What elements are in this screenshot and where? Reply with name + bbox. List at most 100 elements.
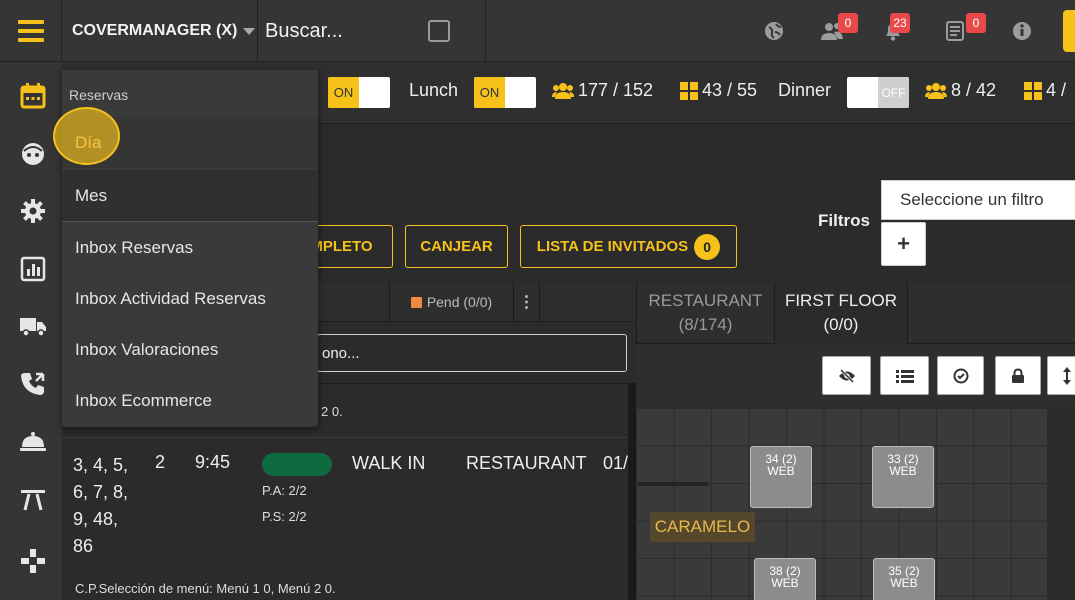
tab-pending-label: Pend (0/0) — [426, 294, 493, 310]
lunch-label: Lunch — [409, 80, 459, 100]
guest-list-count: 0 — [694, 233, 721, 260]
list-item[interactable]: 3, 4, 5, 6, 7, 8, 9, 48, 86 2 9:45 WALK … — [62, 438, 628, 600]
floor-table[interactable]: 34 (2) WEB — [750, 446, 812, 508]
search-checkbox[interactable] — [428, 20, 450, 42]
menu-header: Reservas — [69, 87, 129, 103]
gear-icon[interactable] — [19, 197, 47, 225]
chart-icon[interactable] — [19, 255, 47, 283]
visibility-button[interactable] — [822, 356, 871, 395]
floor-table[interactable]: 33 (2) WEB — [872, 446, 934, 508]
sidebar — [0, 62, 62, 600]
truck-icon[interactable] — [19, 312, 47, 340]
cloche-icon[interactable] — [19, 427, 47, 455]
guest-list-button[interactable]: LISTA DE INVITADOS 0 — [520, 225, 737, 268]
floor-table[interactable]: 35 (2) WEB — [873, 558, 935, 600]
lunch-tables-value: 43 / 55 — [702, 80, 758, 100]
status-badge[interactable] — [262, 453, 332, 476]
filters-label: Filtros — [818, 211, 870, 230]
list-icon — [895, 369, 914, 383]
table-numbers-line: 9, 48, — [73, 509, 119, 529]
menu-item-label: Inbox Reservas — [75, 237, 194, 257]
floor-tabs: RESTAURANT (8/174) FIRST FLOOR (0/0) — [636, 282, 1075, 344]
hamburger-menu-button[interactable] — [0, 0, 62, 62]
tab-restaurant[interactable]: RESTAURANT (8/174) — [637, 282, 774, 344]
kebab-icon: ⋮ — [518, 294, 535, 311]
floor-toolbar — [636, 344, 1075, 408]
canjear-button[interactable]: CANJEAR — [405, 225, 508, 268]
lock-button[interactable] — [995, 356, 1041, 395]
top-bar: COVERMANAGER (X) Buscar... 0 23 0 — [0, 0, 1075, 62]
pending-color-icon — [410, 296, 422, 308]
reservation-zone: RESTAURANT — [466, 453, 587, 473]
dinner-toggle[interactable]: OFF — [847, 77, 909, 108]
hamburger-line — [17, 20, 44, 24]
reservation-pa: P.A: 2/2 — [262, 483, 307, 498]
tasks-icon[interactable] — [943, 19, 967, 43]
tables-icon — [1024, 81, 1042, 100]
floor-wall — [638, 482, 708, 486]
phone-icon[interactable] — [19, 370, 47, 398]
filter-select-value: Seleccione un filtro — [900, 190, 1044, 209]
menu-item-inbox-valoraciones[interactable]: Inbox Valoraciones — [62, 324, 318, 375]
table-numbers-line: 3, 4, 5, — [73, 455, 129, 475]
lunch-toggle[interactable]: ON — [474, 77, 536, 108]
list-view-button[interactable] — [880, 356, 929, 395]
chevron-down-icon — [243, 27, 256, 35]
info-icon[interactable] — [1010, 19, 1034, 43]
globe-icon[interactable] — [762, 19, 786, 43]
menu-item-label: Inbox Ecommerce — [75, 390, 212, 410]
table-numbers-line: 86 — [73, 536, 94, 556]
tab-first-floor[interactable]: FIRST FLOOR (0/0) — [774, 282, 908, 344]
filter-select[interactable]: Seleccione un filtro — [881, 180, 1075, 220]
lunch-tables-stat: 43 / 55 — [680, 80, 757, 101]
global-search[interactable]: Buscar... — [258, 0, 486, 62]
shift-toggle[interactable]: ON — [328, 77, 390, 108]
resize-button[interactable] — [1047, 356, 1075, 395]
table-source: WEB — [889, 464, 917, 478]
menu-item-mes[interactable]: Mes — [62, 170, 318, 221]
lunch-pax-value: 177 / 152 — [578, 80, 654, 100]
face-icon[interactable] — [19, 140, 47, 168]
list-search-value: ono... — [322, 344, 360, 362]
list-scrollbar[interactable] — [628, 384, 636, 600]
add-filter-button[interactable]: + — [881, 222, 926, 266]
list-search-input[interactable]: ono... — [317, 334, 627, 372]
menu-item-inbox-actividad[interactable]: Inbox Actividad Reservas — [62, 273, 318, 324]
users-icon — [552, 82, 574, 99]
floor-plan-canvas[interactable] — [636, 408, 1047, 600]
tab-first-floor-count: (0/0) — [823, 315, 859, 334]
lock-icon — [1012, 367, 1024, 383]
menu-item-inbox-reservas[interactable]: Inbox Reservas — [62, 222, 318, 273]
tasks-badge: 0 — [966, 13, 986, 33]
check-button[interactable] — [937, 356, 984, 395]
tab-restaurant-count: (8/174) — [678, 315, 733, 334]
pavilion-icon[interactable] — [19, 485, 47, 513]
eye-slash-icon — [838, 368, 855, 383]
menu-item-inbox-ecommerce[interactable]: Inbox Ecommerce — [62, 375, 318, 426]
menu-item-label: Mes — [75, 185, 108, 205]
tab-pending[interactable]: Pend (0/0) — [389, 282, 514, 322]
gamepad-icon[interactable] — [19, 547, 47, 575]
more-options-button[interactable]: ⋮ — [514, 282, 540, 322]
reservation-time: 9:45 — [195, 452, 231, 472]
menu-item-label: Inbox Actividad Reservas — [75, 288, 266, 308]
account-selector[interactable]: COVERMANAGER (X) — [62, 0, 258, 62]
hamburger-line — [17, 29, 44, 33]
dinner-label: Dinner — [778, 80, 832, 100]
new-reservation-button[interactable] — [1063, 10, 1075, 52]
dinner-tables-value: 4 / — [1046, 80, 1067, 100]
table-source: WEB — [771, 576, 799, 590]
toggle-off-label: OFF — [878, 77, 909, 108]
calendar-icon[interactable] — [19, 82, 47, 110]
list-item-note-text: 2 0. — [321, 404, 343, 419]
arrows-vertical-icon — [1063, 366, 1071, 385]
table-source: WEB — [767, 464, 795, 478]
reservation-ps: P.S: 2/2 — [262, 509, 307, 524]
reservation-note: C.P.Selección de menú: Menú 1 0, Menú 2 … — [75, 581, 336, 596]
users-badge: 0 — [838, 13, 858, 33]
floor-table[interactable]: 38 (2) WEB — [754, 558, 816, 600]
table-source: WEB — [890, 576, 918, 590]
tab-first-floor-name: FIRST FLOOR — [784, 291, 898, 310]
toggle-on-label: ON — [328, 77, 359, 108]
hamburger-line — [17, 38, 44, 42]
